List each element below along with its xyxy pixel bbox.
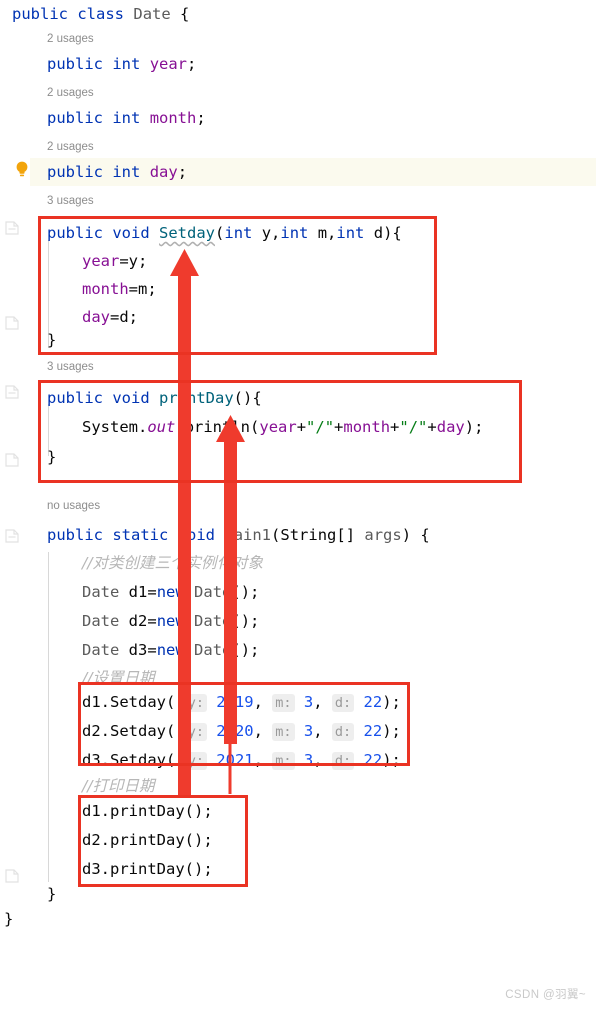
annotation-box-printday-definition (38, 380, 522, 483)
annotation-box-printday-calls (78, 795, 248, 887)
annotation-box-setday-calls (78, 682, 410, 766)
watermark: CSDN @羽翼~ (505, 989, 586, 1001)
annotation-box-setday-definition (38, 216, 437, 355)
code-editor[interactable]: public class Date { 2 usages public int … (0, 0, 596, 1016)
